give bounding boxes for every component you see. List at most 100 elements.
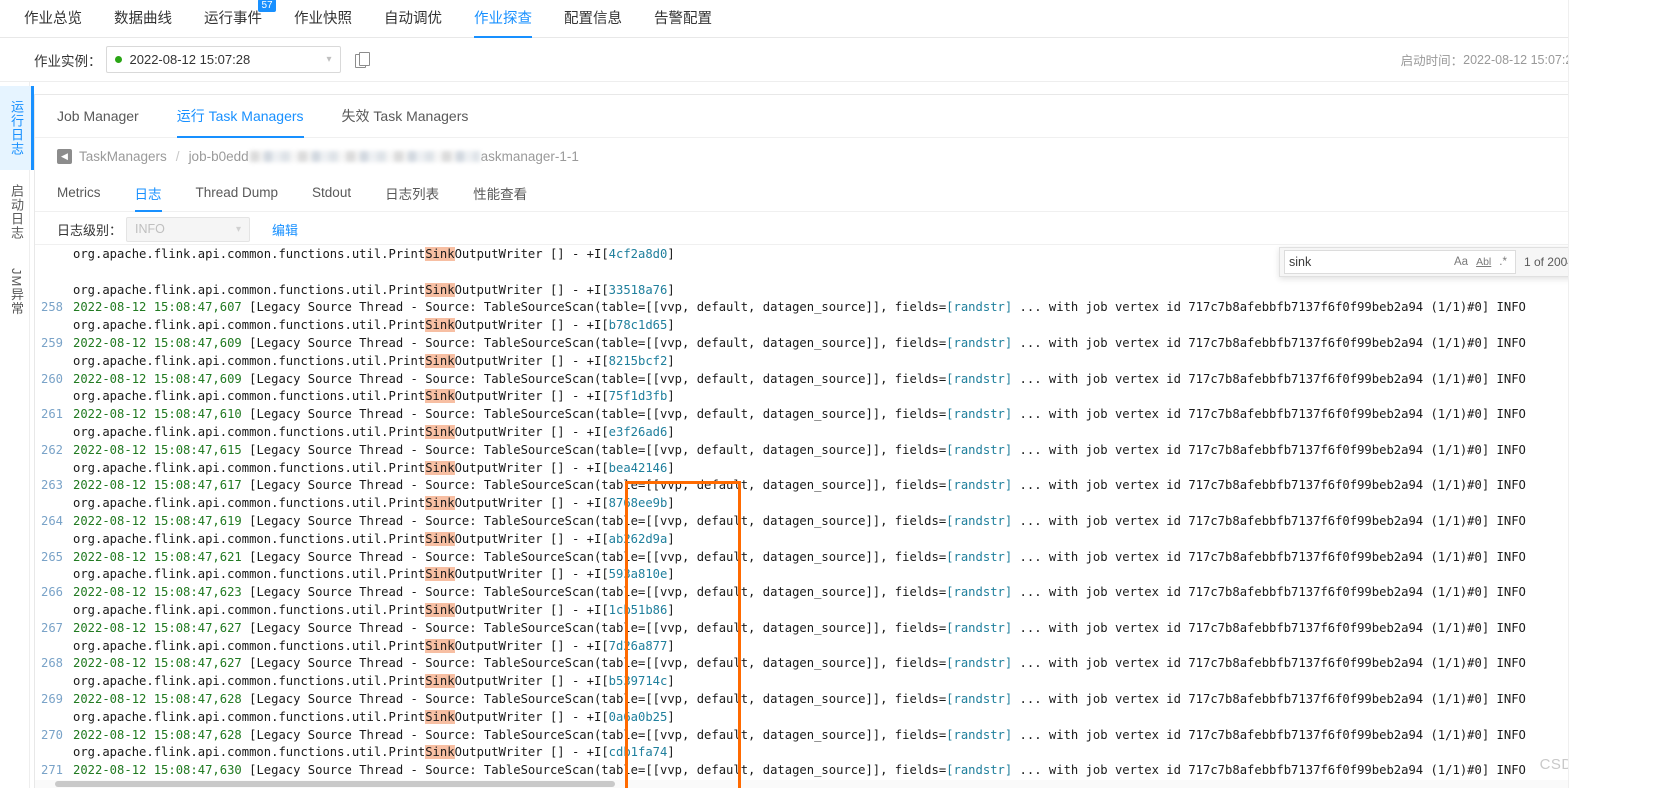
breadcrumb: ◀ TaskManagers / job-b0edd askmanager-1-1… <box>35 138 1665 174</box>
log-thread-tail: ... with job vertex id <box>1012 656 1189 671</box>
row-value: ab262d9a <box>608 531 668 546</box>
log-sub-tab-4[interactable]: 日志列表 <box>385 174 439 212</box>
top-tab-4[interactable]: 自动调优 <box>368 7 458 37</box>
log-line: 271 2022-08-12 15:08:47,630 [Legacy Sourc… <box>35 762 1657 780</box>
rail-item-2[interactable]: JM异常 <box>0 254 33 329</box>
row-kind-token: +I[ <box>586 531 609 546</box>
log-thread-tail: ... with job vertex id <box>1012 442 1189 457</box>
top-tab-label: 运行事件 <box>204 11 262 27</box>
redacted-id-region <box>249 150 480 162</box>
row-value: b78c1d65 <box>608 318 668 333</box>
log-line-continuation: org.apache.flink.api.common.functions.ut… <box>35 317 1657 335</box>
log-timestamp: 2022-08-12 15:08:47,623 <box>73 585 250 600</box>
log-sub-tab-5[interactable]: 性能查看 <box>473 174 527 212</box>
job-instance-select[interactable]: 2022-08-12 15:07:28 ▾ <box>105 46 341 73</box>
log-fields-token: [randstr] <box>946 763 1013 778</box>
chevron-down-icon: ▾ <box>235 223 242 235</box>
status-dot-icon <box>114 56 122 63</box>
log-sub-tab-3[interactable]: Stdout <box>312 174 351 212</box>
whole-word-toggle[interactable]: Abl <box>1472 256 1495 268</box>
logger-name-prefix: org.apache.flink.api.common.functions.ut… <box>73 745 426 760</box>
log-line: 263 2022-08-12 15:08:47,617 [Legacy Sourc… <box>35 477 1657 495</box>
regex-toggle[interactable]: .* <box>1495 256 1511 268</box>
log-content: org.apache.flink.api.common.functions.ut… <box>35 245 1657 780</box>
line-number-gutter: 259 <box>40 335 63 350</box>
taskmanager-tab-1[interactable]: 运行 Task Managers <box>176 95 304 138</box>
log-level-token: INFO <box>1496 300 1526 315</box>
logger-name-prefix: org.apache.flink.api.common.functions.ut… <box>73 638 426 653</box>
log-sub-tab-2[interactable]: Thread Dump <box>196 174 279 212</box>
log-scroll-region[interactable]: org.apache.flink.api.common.functions.ut… <box>35 245 1657 788</box>
log-level-token: INFO <box>1496 585 1526 600</box>
log-viewer[interactable]: org.apache.flink.api.common.functions.ut… <box>35 244 1665 788</box>
copy-icon[interactable] <box>354 52 370 68</box>
line-number-gutter: 267 <box>40 620 63 635</box>
horizontal-scrollbar-thumb[interactable] <box>55 781 615 787</box>
log-vertex-id: 717c7b8afebbfb7137f6f0f99beb2a94 (1/1)#0… <box>1188 407 1497 422</box>
log-line-continuation: org.apache.flink.api.common.functions.ut… <box>35 673 1657 691</box>
find-input-wrap[interactable]: Aa Abl .* <box>1284 250 1516 274</box>
log-sub-tab-0[interactable]: Metrics <box>57 174 101 212</box>
row-kind-token: +I[ <box>586 247 609 261</box>
search-match-highlight: Sink <box>425 567 455 582</box>
log-fields-token: [randstr] <box>946 513 1013 528</box>
logger-name-prefix: org.apache.flink.api.common.functions.ut… <box>73 496 426 511</box>
rail-item-0[interactable]: 运行日志 <box>0 86 34 170</box>
top-tab-3[interactable]: 作业快照 <box>278 7 368 37</box>
job-instance-value: 2022-08-12 15:07:28 <box>129 52 251 67</box>
logger-name-prefix: org.apache.flink.api.common.functions.ut… <box>73 674 426 689</box>
line-number-gutter: 271 <box>40 763 63 778</box>
edit-log-level-link[interactable]: 编辑 <box>272 220 298 239</box>
row-close-token: ] <box>667 602 675 617</box>
breadcrumb-root[interactable]: TaskManagers <box>79 149 167 164</box>
log-line-continuation: org.apache.flink.api.common.functions.ut… <box>35 460 1657 478</box>
logger-name-prefix: org.apache.flink.api.common.functions.ut… <box>73 531 426 546</box>
row-value: 1cb51b86 <box>608 602 668 617</box>
log-thread: [Legacy Source Thread - Source: TableSou… <box>249 656 947 671</box>
log-timestamp: 2022-08-12 15:08:47,610 <box>73 407 250 422</box>
logger-name-suffix: OutputWriter [] - <box>454 460 587 475</box>
log-level-select[interactable]: INFO ▾ <box>126 216 251 242</box>
line-number-gutter: 262 <box>40 442 63 457</box>
log-line-continuation: org.apache.flink.api.common.functions.ut… <box>35 282 1657 300</box>
log-fields-token: [randstr] <box>946 549 1013 564</box>
log-thread-tail: ... with job vertex id <box>1012 371 1189 386</box>
top-tab-2[interactable]: 运行事件 57 <box>188 0 278 37</box>
search-match-highlight: Sink <box>425 353 455 368</box>
search-input[interactable] <box>1289 255 1450 269</box>
row-value: 7d26a877 <box>608 638 668 653</box>
horizontal-scrollbar[interactable] <box>35 780 1656 788</box>
rail-item-1[interactable]: 启动日志 <box>0 170 33 254</box>
event-count-badge: 57 <box>258 0 276 12</box>
chevron-left-icon[interactable]: ◀ <box>57 148 72 164</box>
log-line-continuation: org.apache.flink.api.common.functions.ut… <box>35 709 1657 727</box>
top-tab-label: 数据曲线 <box>114 11 172 27</box>
log-thread: [Legacy Source Thread - Source: TableSou… <box>249 442 947 457</box>
top-tab-7[interactable]: 告警配置 <box>638 7 728 37</box>
log-thread: [Legacy Source Thread - Source: TableSou… <box>249 585 947 600</box>
taskmanager-tab-2[interactable]: 失效 Task Managers <box>342 95 469 138</box>
log-fields-token: [randstr] <box>946 727 1013 742</box>
match-case-toggle[interactable]: Aa <box>1450 256 1472 268</box>
log-level-label: 日志级别： <box>57 222 123 238</box>
row-close-token: ] <box>667 709 675 724</box>
top-tab-0[interactable]: 作业总览 <box>8 7 98 37</box>
top-tab-1[interactable]: 数据曲线 <box>98 7 188 37</box>
row-kind-token: +I[ <box>586 496 609 511</box>
log-vertex-id: 717c7b8afebbfb7137f6f0f99beb2a94 (1/1)#0… <box>1188 549 1497 564</box>
log-line-continuation: org.apache.flink.api.common.functions.ut… <box>35 638 1657 656</box>
search-match-highlight: Sink <box>425 318 455 333</box>
log-level-token: INFO <box>1496 478 1526 493</box>
log-thread-tail: ... with job vertex id <box>1012 300 1189 315</box>
log-vertex-id: 717c7b8afebbfb7137f6f0f99beb2a94 (1/1)#0… <box>1188 442 1497 457</box>
taskmanager-tab-0[interactable]: Job Manager <box>57 95 139 138</box>
line-number-gutter: 264 <box>40 513 63 528</box>
log-line: 264 2022-08-12 15:08:47,619 [Legacy Sourc… <box>35 513 1657 531</box>
log-sub-tab-1[interactable]: 日志 <box>134 174 162 212</box>
log-line-continuation: org.apache.flink.api.common.functions.ut… <box>35 566 1657 584</box>
top-tab-5[interactable]: 作业探查 <box>458 7 548 38</box>
log-level-value: INFO <box>135 222 165 236</box>
top-tab-bar: 作业总览 数据曲线 运行事件 57 作业快照 自动调优 作业探查 配置信息 告警配置 <box>0 0 1665 38</box>
row-value: 4cf2a8d0 <box>608 247 668 261</box>
top-tab-6[interactable]: 配置信息 <box>548 7 638 37</box>
